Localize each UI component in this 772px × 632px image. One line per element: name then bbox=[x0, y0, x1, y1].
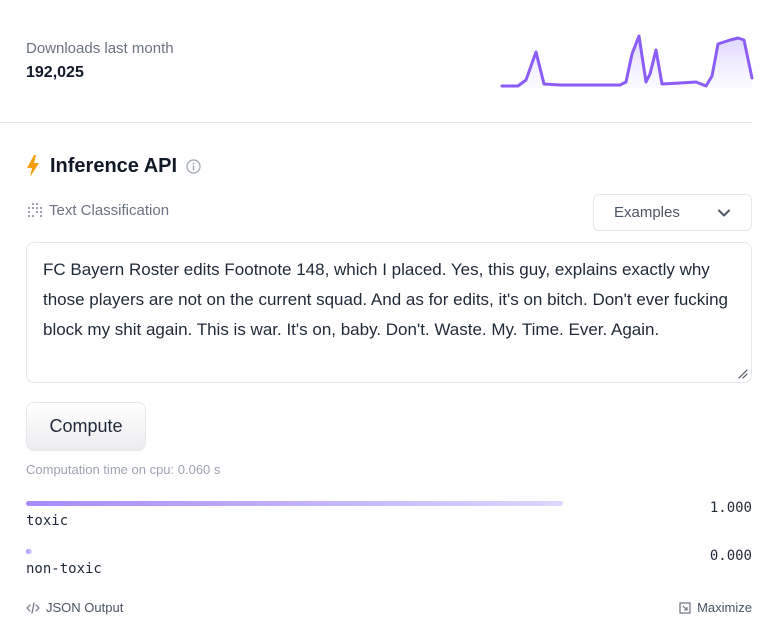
score-bar-track bbox=[26, 501, 563, 506]
score-bar bbox=[26, 501, 563, 506]
score-bar bbox=[26, 549, 32, 554]
result-label: non-toxic bbox=[26, 561, 102, 577]
resize-handle-icon[interactable] bbox=[738, 369, 748, 379]
input-textarea[interactable]: FC Bayern Roster edits Footnote 148, whi… bbox=[26, 242, 752, 383]
score-bar-track bbox=[26, 549, 563, 554]
examples-label: Examples bbox=[614, 204, 680, 221]
bolt-icon bbox=[27, 155, 39, 177]
downloads-sparkline bbox=[500, 34, 754, 88]
maximize-button[interactable]: Maximize bbox=[679, 600, 752, 615]
text-classification-icon bbox=[28, 202, 42, 217]
maximize-label: Maximize bbox=[697, 600, 752, 615]
computation-time: Computation time on cpu: 0.060 s bbox=[26, 462, 221, 477]
result-score: 1.000 bbox=[709, 500, 752, 516]
result-label: toxic bbox=[26, 513, 69, 529]
result-score: 0.000 bbox=[709, 548, 752, 564]
inference-api-title: Inference API bbox=[50, 154, 178, 177]
section-divider bbox=[0, 122, 752, 123]
downloads-value: 192,025 bbox=[26, 64, 84, 81]
compute-button[interactable]: Compute bbox=[26, 402, 146, 451]
task-label: Text Classification bbox=[49, 201, 170, 219]
code-icon bbox=[26, 601, 40, 614]
chevron-down-icon bbox=[718, 209, 730, 216]
inference-api-header: Inference API bbox=[26, 152, 201, 180]
json-output-toggle[interactable]: JSON Output bbox=[26, 600, 123, 615]
result-row: non-toxic 0.000 bbox=[26, 548, 752, 588]
examples-dropdown[interactable]: Examples bbox=[593, 194, 752, 231]
task-type: Text Classification bbox=[26, 200, 169, 220]
info-icon[interactable] bbox=[186, 158, 201, 174]
downloads-stats: Downloads last month 192,025 bbox=[26, 40, 174, 82]
maximize-icon bbox=[679, 601, 691, 614]
downloads-label: Downloads last month bbox=[26, 40, 174, 57]
json-output-label: JSON Output bbox=[46, 600, 124, 615]
input-text: FC Bayern Roster edits Footnote 148, whi… bbox=[43, 260, 728, 339]
result-row: toxic 1.000 bbox=[26, 500, 752, 540]
